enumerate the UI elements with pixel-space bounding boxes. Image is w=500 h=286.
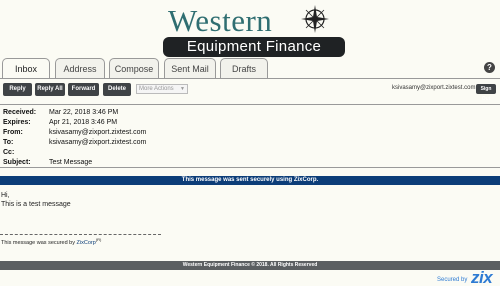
tab-inbox[interactable]: Inbox [2,58,50,79]
message-body: Hi, This is a test message [1,191,71,209]
reply-button[interactable]: Reply [3,83,32,96]
secure-mail-page: Western Equipment Finance Inbox Address … [0,0,500,286]
more-actions-select[interactable]: More Actions ▼ [136,84,188,94]
expires-label: Expires: [3,119,31,126]
received-value: Mar 22, 2018 3:46 PM [49,109,119,116]
to-value: ksivasamy@zixport.zixtest.com [49,139,147,146]
zix-brand: Secured by zix [437,268,497,286]
message-header: Received: Mar 22, 2018 3:46 PM Expires: … [0,104,500,168]
tab-drafts[interactable]: Drafts [220,58,268,78]
body-line: This is a test message [1,201,71,208]
from-value: ksivasamy@zixport.zixtest.com [49,129,147,136]
tab-sent-mail[interactable]: Sent Mail [164,58,216,78]
delete-button[interactable]: Delete [103,83,131,96]
message-toolbar: Reply Reply All Forward Delete More Acti… [0,78,500,102]
signature-divider [0,234,161,235]
sign-out-button[interactable]: Sign Out [476,84,496,102]
subject-value: Test Message [49,159,93,166]
body-line: Hi, [1,192,10,199]
chevron-down-icon: ▼ [180,86,185,92]
forward-button[interactable]: Forward [68,83,99,96]
subject-label: Subject: [3,159,31,166]
help-icon[interactable]: ? [484,62,495,73]
logo-line2: Equipment Finance [163,37,345,57]
zix-logo: zix [471,268,493,286]
footer-copyright: Western Equipment Finance © 2018. All Ri… [0,261,500,270]
secured-by-text: This message was secured by [1,239,77,246]
tab-compose[interactable]: Compose [109,58,159,78]
compass-icon [301,5,329,33]
company-logo: Western Equipment Finance [163,3,345,57]
received-label: Received: [3,109,37,116]
secure-banner: This message was sent securely using Zix… [0,176,500,185]
cc-label: Cc: [3,149,15,156]
tab-address[interactable]: Address [55,58,105,78]
more-actions-label: More Actions [139,86,174,92]
secured-by-label: Secured by [437,277,468,283]
secured-by-note: This message was secured by ZixCorp(R) [1,237,101,246]
zixcorp-link[interactable]: ZixCorp [77,240,96,246]
user-email: ksivasamy@zixport.zixtest.com [392,85,476,91]
from-label: From: [3,129,23,136]
reply-all-button[interactable]: Reply All [35,83,65,96]
logo-line1: Western [168,3,273,38]
expires-value: Apr 21, 2018 3:46 PM [49,119,118,126]
to-label: To: [3,139,14,146]
registered-mark: (R) [95,237,102,242]
